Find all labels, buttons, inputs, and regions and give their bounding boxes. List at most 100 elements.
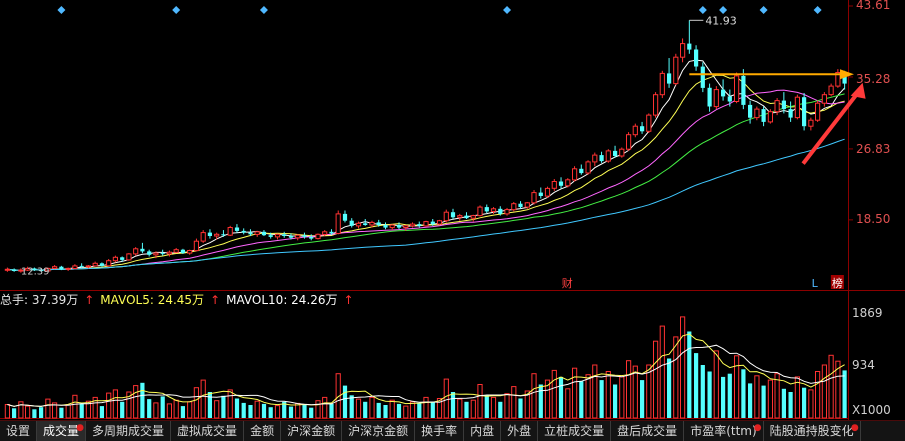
tab-northbound-holding-change[interactable]: 陆股通持股变化 ● bbox=[764, 421, 861, 441]
volume-bar bbox=[160, 396, 165, 418]
volume-bar bbox=[518, 398, 523, 418]
indicator-tab-bar: 设置 成交量 ● 多周期成交量 虚拟成交量 金额 沪深金额 沪深京金额 换手率 内… bbox=[0, 420, 905, 441]
candle-body bbox=[200, 232, 206, 242]
volume-bar bbox=[200, 379, 206, 419]
event-marker-label: 财 bbox=[562, 276, 573, 290]
volume-bar bbox=[802, 387, 807, 418]
candle-body bbox=[484, 207, 489, 212]
candle-body bbox=[585, 161, 591, 174]
price-tick-label: 26.83 bbox=[856, 142, 891, 156]
candle-body bbox=[193, 240, 200, 252]
volume-bar bbox=[653, 340, 659, 419]
up-arrow-icon: ↑ bbox=[84, 293, 95, 307]
volume-bar bbox=[443, 378, 449, 419]
volume-bar bbox=[214, 400, 220, 419]
candle-body bbox=[504, 209, 510, 215]
volume-bar bbox=[187, 401, 193, 419]
moving-average-lines bbox=[7, 59, 845, 271]
candle-body bbox=[248, 232, 253, 235]
tab-multi-period-volume[interactable]: 多周期成交量 bbox=[86, 421, 172, 441]
volume-bar bbox=[551, 369, 557, 419]
volume-bar bbox=[511, 386, 517, 419]
candle-body bbox=[524, 202, 530, 208]
volume-unit-label: X1000 bbox=[852, 403, 891, 417]
candle-body bbox=[187, 250, 193, 254]
ma60-line bbox=[7, 138, 845, 271]
volume-bar bbox=[288, 406, 294, 418]
candle-body bbox=[613, 150, 618, 156]
volume-bar bbox=[667, 358, 672, 418]
dot-icon: ● bbox=[753, 423, 762, 433]
volume-bar bbox=[65, 404, 71, 419]
candle-body bbox=[153, 252, 159, 256]
tab-sh-sz-bj-amount[interactable]: 沪深京金额 bbox=[342, 421, 416, 441]
candle-body bbox=[383, 225, 388, 228]
volume-tick-label: 934 bbox=[852, 358, 875, 372]
candle-body bbox=[490, 208, 497, 212]
candle-body bbox=[551, 181, 557, 189]
volume-bar bbox=[295, 402, 301, 419]
candle-body bbox=[632, 125, 638, 136]
tab-label: 市盈率(ttm) bbox=[690, 424, 757, 438]
candle-body bbox=[329, 231, 334, 234]
volume-bar bbox=[741, 369, 746, 418]
tab-pe-ttm[interactable]: 市盈率(ttm) ● bbox=[684, 421, 764, 441]
event-marker-label: L bbox=[812, 277, 819, 290]
volume-bar bbox=[423, 396, 429, 419]
candle-body bbox=[821, 94, 827, 104]
candle-body bbox=[774, 100, 780, 113]
candle-body bbox=[694, 49, 699, 67]
candle-body bbox=[349, 220, 354, 226]
tab-outer-volume[interactable]: 外盘 bbox=[501, 421, 539, 441]
volume-bar bbox=[767, 379, 773, 419]
candle-body bbox=[234, 227, 240, 231]
volume-bar bbox=[32, 409, 37, 418]
candle-body bbox=[788, 109, 793, 118]
candlestick-chart[interactable]: 41.93 12.39 财 L 榜 bbox=[0, 0, 905, 440]
candle-body bbox=[579, 168, 584, 174]
tab-turnover[interactable]: 换手率 bbox=[415, 421, 465, 441]
price-candles[interactable] bbox=[4, 20, 847, 273]
volume-bar bbox=[761, 385, 766, 418]
tab-amount[interactable]: 金额 bbox=[244, 421, 282, 441]
volume-bar bbox=[842, 370, 847, 418]
tab-pillar-volume[interactable]: 立桩成交量 bbox=[538, 421, 612, 441]
diamond-marker-icon bbox=[259, 6, 268, 14]
volume-bar bbox=[349, 395, 354, 418]
volume-bar bbox=[700, 365, 705, 418]
volume-bar bbox=[470, 399, 476, 419]
candle-body bbox=[667, 73, 672, 84]
tab-inner-volume[interactable]: 内盘 bbox=[464, 421, 502, 441]
volume-bar bbox=[484, 395, 489, 418]
volume-bar bbox=[808, 389, 814, 419]
volume-bar bbox=[389, 399, 395, 419]
candle-body bbox=[518, 203, 523, 208]
mavol10-label: MAVOL10: 24.26万 bbox=[226, 293, 338, 307]
volume-bar bbox=[45, 398, 51, 419]
tab-label: 换手率 bbox=[421, 424, 458, 438]
tab-settings[interactable]: 设置 bbox=[0, 421, 38, 441]
event-diamond-markers bbox=[57, 6, 822, 14]
candle-body bbox=[464, 215, 469, 219]
volume-bar bbox=[59, 407, 64, 418]
candle-body bbox=[376, 222, 381, 225]
tab-after-hours-volume[interactable]: 盘后成交量 bbox=[611, 421, 685, 441]
diamond-marker-icon bbox=[503, 6, 512, 14]
volume-bar bbox=[12, 408, 17, 418]
candle-body bbox=[99, 263, 104, 266]
volume-bar bbox=[585, 374, 591, 419]
volume-bar bbox=[153, 402, 159, 419]
tab-virtual-volume[interactable]: 虚拟成交量 bbox=[171, 421, 245, 441]
volume-bar bbox=[713, 350, 719, 419]
candle-body bbox=[653, 94, 659, 116]
tab-sh-sz-amount[interactable]: 沪深金额 bbox=[281, 421, 343, 441]
volume-bar bbox=[558, 376, 564, 418]
tab-volume[interactable]: 成交量 ● bbox=[37, 421, 87, 441]
volume-bar bbox=[180, 406, 185, 418]
volume-bar bbox=[450, 392, 456, 418]
candle-body bbox=[767, 111, 773, 123]
volume-bar bbox=[659, 325, 665, 419]
candle-body bbox=[646, 114, 652, 132]
candle-body bbox=[133, 248, 139, 255]
candle-body bbox=[626, 134, 632, 150]
